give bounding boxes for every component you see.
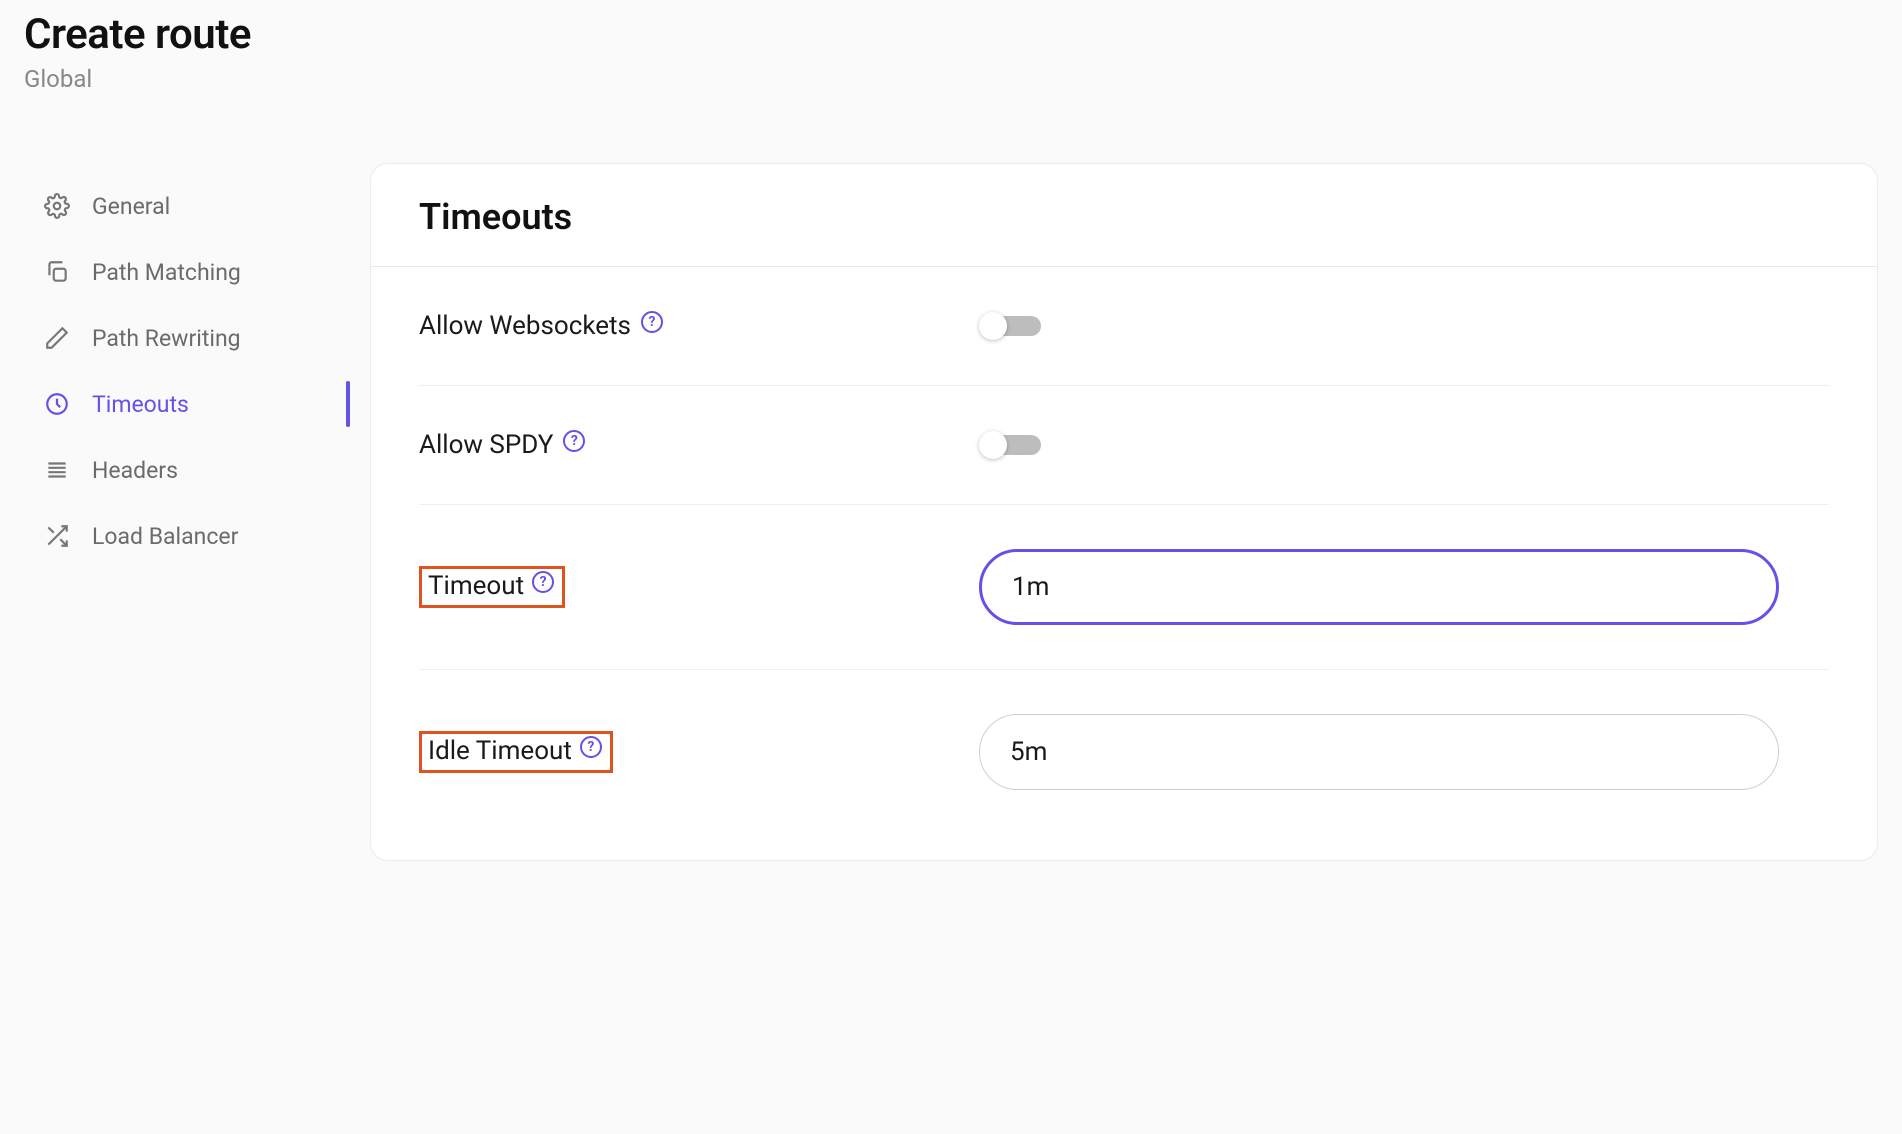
row-allow-websockets: Allow Websockets ? xyxy=(419,267,1829,386)
idle-timeout-input[interactable] xyxy=(979,714,1779,790)
shuffle-icon xyxy=(44,523,70,549)
row-allow-spdy: Allow SPDY ? xyxy=(419,386,1829,505)
allow-websockets-label: Allow Websockets xyxy=(419,311,631,341)
row-idle-timeout: Idle Timeout ? xyxy=(419,670,1829,800)
highlight-idle-timeout: Idle Timeout ? xyxy=(419,731,613,773)
idle-timeout-label: Idle Timeout xyxy=(428,736,572,766)
clock-icon xyxy=(44,391,70,417)
sidebar-item-label: Path Rewriting xyxy=(92,325,241,352)
toggle-thumb xyxy=(979,312,1007,340)
timeout-input[interactable] xyxy=(979,549,1779,625)
help-icon[interactable]: ? xyxy=(641,311,663,333)
page-header: Create route Global xyxy=(24,10,1878,93)
timeout-label: Timeout xyxy=(428,571,524,601)
row-timeout: Timeout ? xyxy=(419,505,1829,670)
gear-icon xyxy=(44,193,70,219)
sidebar-item-general[interactable]: General xyxy=(44,173,314,239)
help-icon[interactable]: ? xyxy=(532,571,554,593)
sidebar-item-label: General xyxy=(92,193,170,220)
sidebar-item-load-balancer[interactable]: Load Balancer xyxy=(44,503,314,569)
allow-spdy-toggle[interactable] xyxy=(979,431,1043,459)
sidebar-item-path-matching[interactable]: Path Matching xyxy=(44,239,314,305)
sidebar-item-path-rewriting[interactable]: Path Rewriting xyxy=(44,305,314,371)
page-title: Create route xyxy=(24,10,1878,59)
help-icon[interactable]: ? xyxy=(580,736,602,758)
sidebar-item-label: Path Matching xyxy=(92,259,241,286)
page-subtitle: Global xyxy=(24,65,1878,93)
panel-title: Timeouts xyxy=(419,196,1829,266)
sidebar: General Path Matching Path Rewritin xyxy=(24,163,314,569)
allow-spdy-label: Allow SPDY xyxy=(419,430,553,460)
highlight-timeout: Timeout ? xyxy=(419,566,565,608)
sidebar-item-label: Headers xyxy=(92,457,178,484)
sidebar-item-headers[interactable]: Headers xyxy=(44,437,314,503)
copy-icon xyxy=(44,259,70,285)
allow-websockets-toggle[interactable] xyxy=(979,312,1043,340)
help-icon[interactable]: ? xyxy=(563,430,585,452)
list-icon xyxy=(44,457,70,483)
settings-panel: Timeouts Allow Websockets ? Allow SPDY ? xyxy=(370,163,1878,861)
sidebar-item-label: Load Balancer xyxy=(92,523,238,550)
toggle-thumb xyxy=(979,431,1007,459)
pencil-icon xyxy=(44,325,70,351)
sidebar-item-timeouts[interactable]: Timeouts xyxy=(44,371,314,437)
sidebar-item-label: Timeouts xyxy=(92,391,189,418)
